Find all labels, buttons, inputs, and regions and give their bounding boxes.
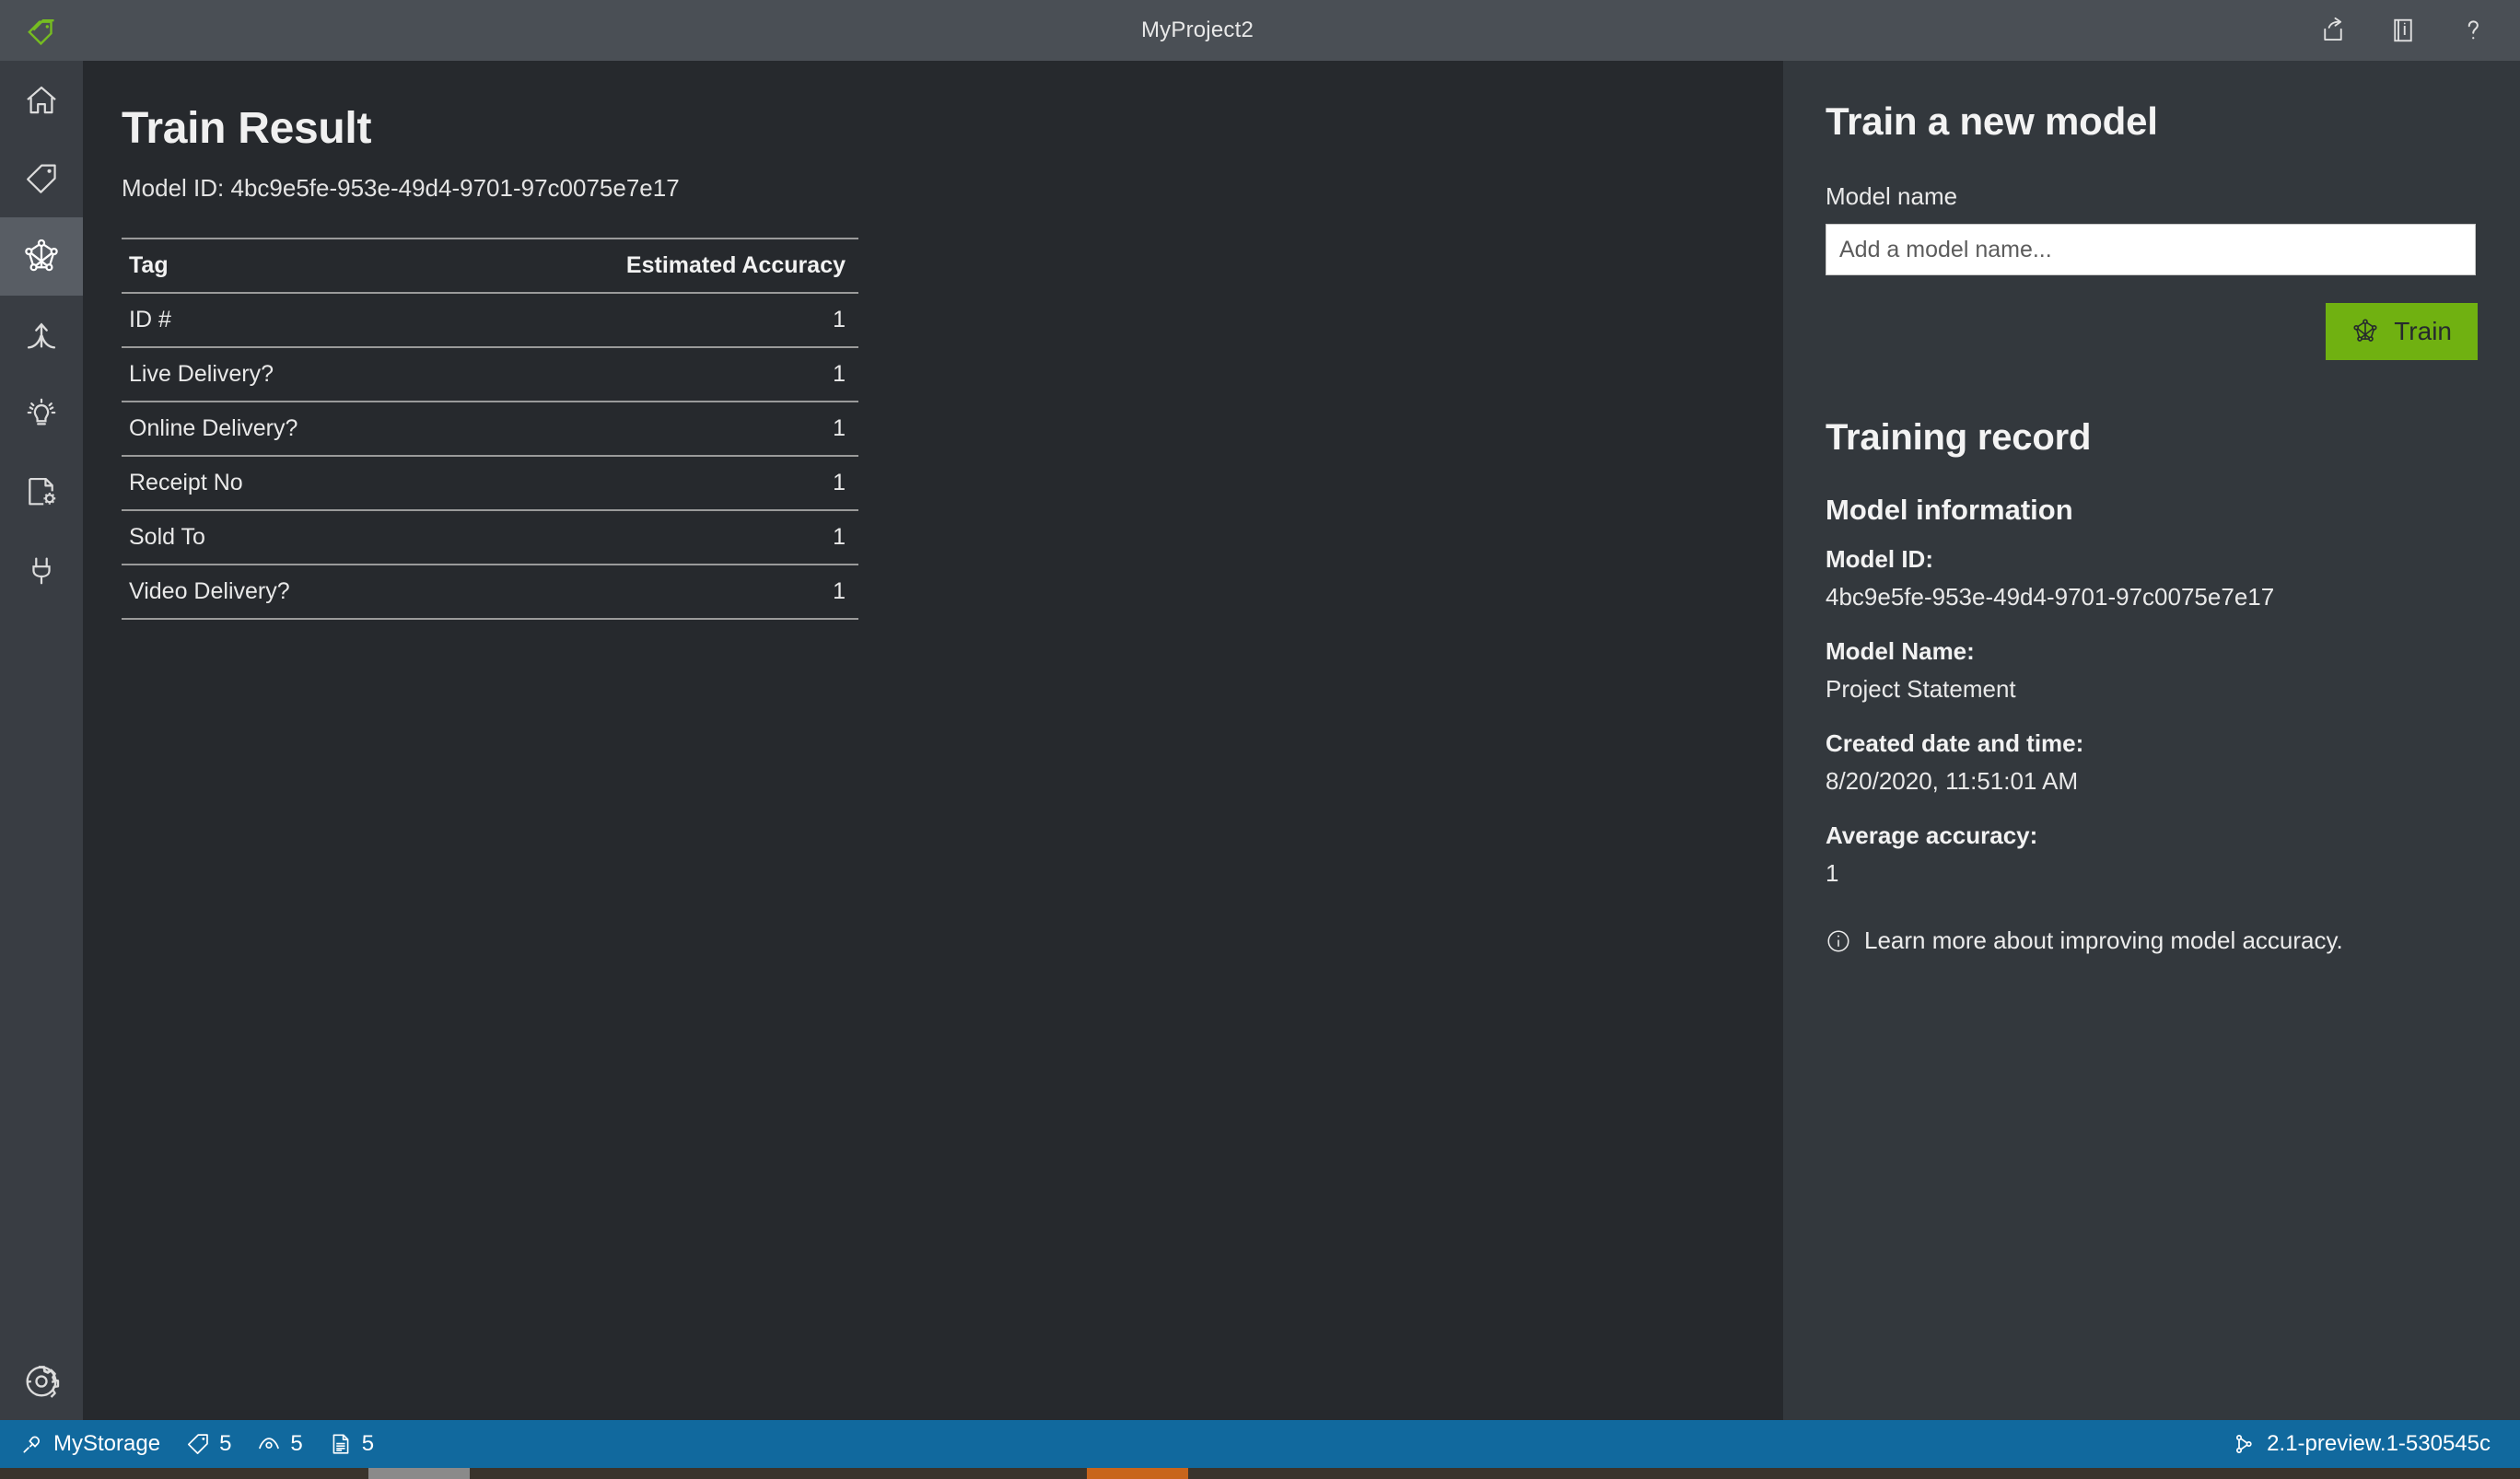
table-row[interactable]: Online Delivery? 1 (122, 401, 858, 457)
info-circle-icon (1826, 928, 1851, 954)
sidebar-item-settings[interactable] (0, 1342, 83, 1420)
learn-more-link[interactable]: Learn more about improving model accurac… (1826, 926, 2478, 955)
field-value-average-accuracy: 1 (1826, 859, 1839, 887)
table-row[interactable]: Video Delivery? 1 (122, 564, 858, 620)
train-new-model-heading: Train a new model (1826, 99, 2158, 143)
document-settings-icon (24, 474, 59, 509)
column-header-estimated-accuracy: Estimated Accuracy (441, 237, 858, 294)
column-header-tag: Tag (122, 237, 442, 294)
taskbar-segment-highlight[interactable] (1087, 1468, 1188, 1479)
status-tag-count-value: 5 (219, 1431, 232, 1456)
main-content: Train Result Model ID: 4bc9e5fe-953e-49d… (83, 61, 1783, 1420)
cell-tag: Sold To (122, 509, 442, 565)
help-icon[interactable] (2452, 9, 2494, 52)
training-record-heading: Training record (1826, 417, 2092, 458)
train-button-label: Train (2394, 317, 2452, 345)
home-icon (24, 83, 59, 118)
app-root: MyProject2 Train Result Model ID: 4bc9e5… (0, 0, 2520, 1479)
table-row[interactable]: Live Delivery? 1 (122, 346, 858, 402)
table-body: ID # 1 Live Delivery? 1 Online Delivery?… (122, 292, 858, 620)
cell-accuracy: 1 (441, 346, 858, 402)
train-button-row: Train (1826, 303, 2478, 360)
sidebar (0, 61, 83, 1420)
app-logo[interactable] (0, 0, 83, 61)
tag-logo-icon (25, 14, 58, 47)
sidebar-item-home[interactable] (0, 61, 83, 139)
sidebar-item-tag-editor[interactable] (0, 139, 83, 217)
git-branch-icon (2232, 1432, 2256, 1456)
field-key-average-accuracy: Average accuracy: (1826, 821, 2038, 849)
cell-accuracy: 1 (441, 509, 858, 565)
documentation-icon[interactable] (2382, 9, 2424, 52)
status-version[interactable]: 2.1-preview.1-530545c (2232, 1431, 2491, 1457)
field-value-created-date: 8/20/2020, 11:51:01 AM (1826, 767, 2079, 795)
field-key-created-date: Created date and time: (1826, 729, 2084, 757)
model-network-icon (2351, 318, 2379, 345)
table-row[interactable]: Receipt No 1 (122, 455, 858, 511)
train-button[interactable]: Train (2326, 303, 2478, 360)
learn-more-text: Learn more about improving model accurac… (1864, 926, 2343, 954)
model-name-input[interactable] (1826, 224, 2476, 275)
os-taskbar-edge (0, 1468, 2520, 1479)
share-export-icon[interactable] (2312, 9, 2354, 52)
plug-icon (24, 553, 59, 588)
sidebar-item-train[interactable] (0, 217, 83, 296)
cell-accuracy: 1 (441, 292, 858, 348)
status-version-value: 2.1-preview.1-530545c (2267, 1431, 2491, 1456)
lightbulb-icon (24, 396, 59, 431)
cell-tag: Video Delivery? (122, 564, 442, 620)
cell-tag: Online Delivery? (122, 401, 442, 457)
field-key-model-name: Model Name: (1826, 637, 1975, 665)
field-value-model-id: 4bc9e5fe-953e-49d4-9701-97c0075e7e17 (1826, 583, 2275, 611)
document-icon (329, 1432, 353, 1456)
window-title: MyProject2 (1140, 17, 1254, 42)
train-result-table: Tag Estimated Accuracy ID # 1 Live Deliv… (122, 237, 858, 620)
cell-accuracy: 1 (441, 455, 858, 511)
cell-tag: ID # (122, 292, 442, 348)
cell-accuracy: 1 (441, 564, 858, 620)
sidebar-item-compose[interactable] (0, 452, 83, 530)
table-row[interactable]: ID # 1 (122, 292, 858, 348)
model-information-heading: Model information (1826, 494, 2073, 526)
status-document-count[interactable]: 5 (329, 1431, 374, 1457)
model-id-subtitle: Model ID: 4bc9e5fe-953e-49d4-9701-97c007… (122, 173, 680, 202)
plug-connection-icon (20, 1432, 44, 1456)
table-row[interactable]: Sold To 1 (122, 509, 858, 565)
table-header: Tag Estimated Accuracy (122, 237, 858, 294)
model-name-label: Model name (1826, 182, 1958, 210)
eye-icon (257, 1432, 281, 1456)
sidebar-item-predict[interactable] (0, 374, 83, 452)
title-bar: MyProject2 (0, 0, 2520, 61)
status-region-count[interactable]: 5 (257, 1431, 303, 1457)
gear-icon (23, 1363, 60, 1400)
sidebar-item-connections[interactable] (0, 530, 83, 609)
status-document-count-value: 5 (361, 1431, 375, 1456)
page-title: Train Result (122, 104, 372, 153)
cell-accuracy: 1 (441, 401, 858, 457)
field-value-model-name: Project Statement (1826, 675, 2016, 703)
cell-tag: Live Delivery? (122, 346, 442, 402)
status-bar: MyStorage 5 5 5 2.1-preview.1-530545c (0, 1420, 2520, 1468)
cell-tag: Receipt No (122, 455, 442, 511)
sidebar-item-analyze[interactable] (0, 296, 83, 374)
field-key-model-id: Model ID: (1826, 545, 1933, 573)
taskbar-segment-active[interactable] (368, 1468, 470, 1479)
title-bar-actions (2312, 9, 2520, 52)
status-storage-label: MyStorage (53, 1431, 161, 1456)
status-tag-count[interactable]: 5 (186, 1431, 231, 1457)
model-network-icon (22, 238, 61, 276)
tag-icon (186, 1432, 210, 1456)
status-storage[interactable]: MyStorage (20, 1431, 160, 1457)
status-region-count-value: 5 (290, 1431, 303, 1456)
right-panel: Train a new model Model name Add a model… (1783, 61, 2520, 1420)
analyze-merge-icon (24, 318, 59, 353)
table-header-row: Tag Estimated Accuracy (122, 237, 858, 294)
tag-icon (24, 161, 59, 196)
